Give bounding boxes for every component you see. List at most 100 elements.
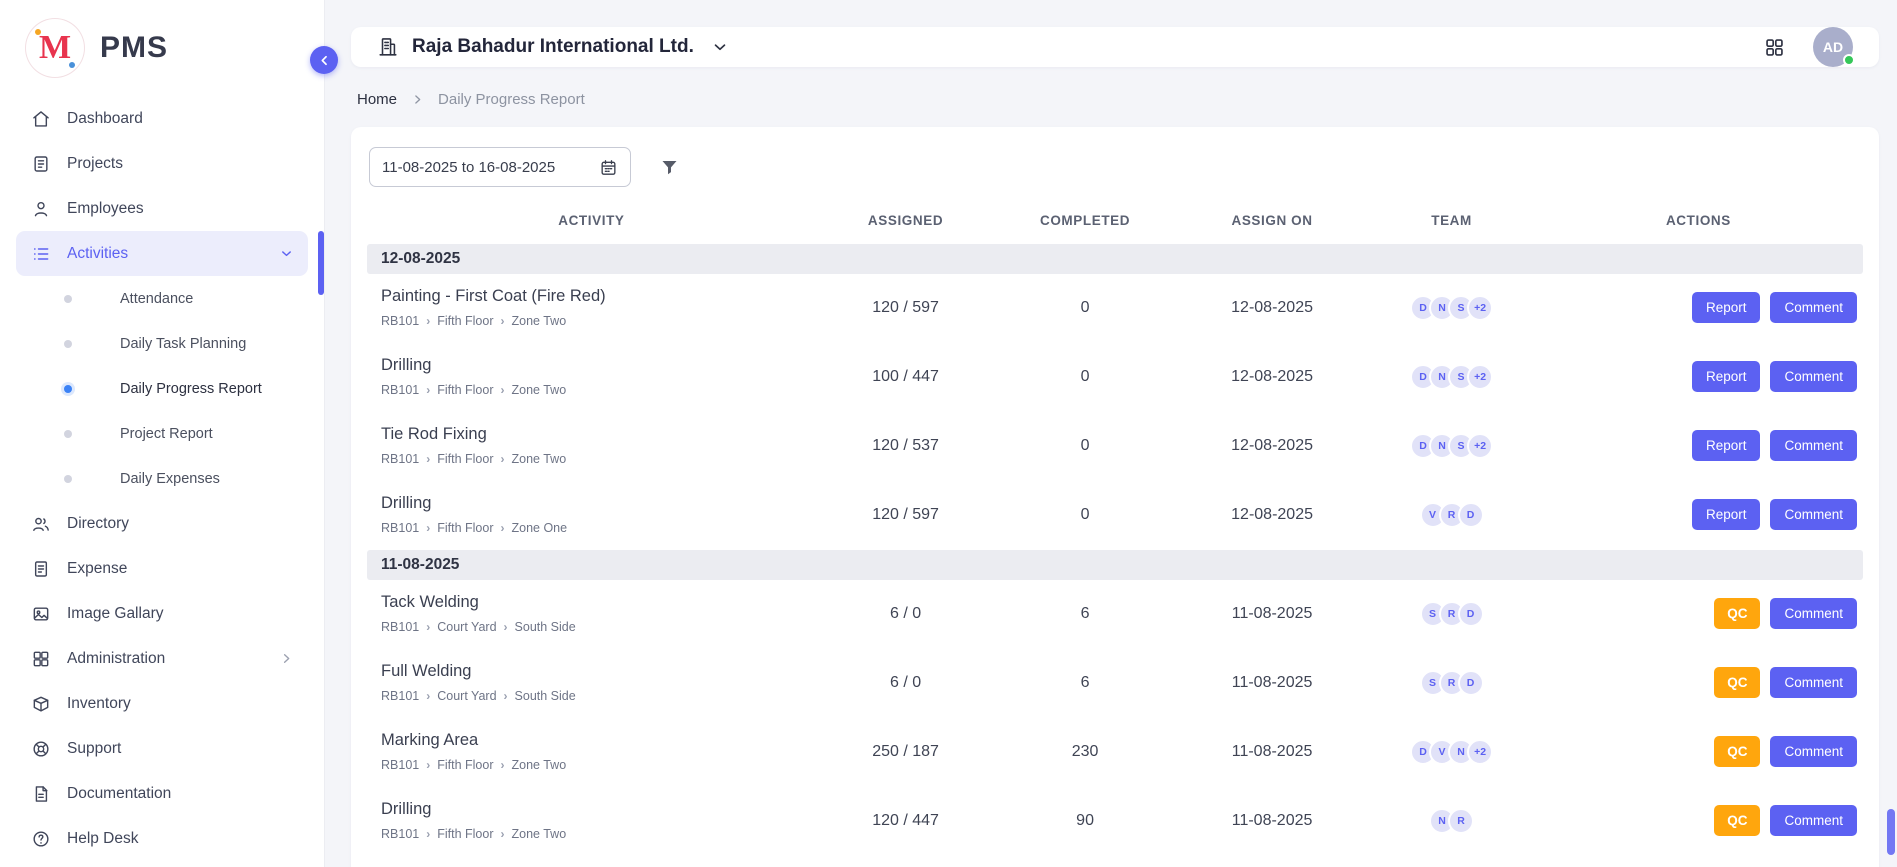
location-path-segment: RB101 (381, 383, 419, 397)
topbar: Raja Bahadur International Ltd. AD (351, 27, 1879, 67)
activity-title: Drilling (381, 356, 808, 375)
activity-location-path: RB101›Fifth Floor›Zone Two (381, 758, 808, 772)
team-extra-count[interactable]: +2 (1467, 364, 1493, 390)
company-selector[interactable]: Raja Bahadur International Ltd. (377, 36, 729, 58)
completed-value: 230 (995, 718, 1175, 787)
qc-button[interactable]: QC (1714, 805, 1760, 836)
inventory-icon (30, 693, 52, 715)
sidebar-item-label: Administration (67, 650, 165, 668)
administration-icon (30, 648, 52, 670)
app-root: M PMS DashboardProjectsEmployeesActiviti… (0, 0, 1897, 867)
sidebar-subitem-daily-task-planning[interactable]: Daily Task Planning (16, 321, 308, 366)
comment-button[interactable]: Comment (1770, 361, 1857, 392)
location-path-segment: Zone One (512, 521, 568, 535)
sidebar-item-label: Projects (67, 155, 123, 173)
actions-cell: QC Comment (1534, 718, 1863, 787)
sidebar-item-image-gallary[interactable]: Image Gallary (16, 591, 308, 636)
activity-location-path: RB101›Court Yard›South Side (381, 689, 808, 703)
user-avatar[interactable]: AD (1813, 27, 1853, 67)
comment-button[interactable]: Comment (1770, 598, 1857, 629)
team-member-avatar[interactable]: D (1458, 502, 1484, 528)
sidebar-item-inventory[interactable]: Inventory (16, 681, 308, 726)
filter-icon[interactable] (659, 157, 680, 178)
sidebar-item-activities[interactable]: Activities (16, 231, 308, 276)
activity-title: Drilling (381, 800, 808, 819)
location-path-segment: Fifth Floor (437, 758, 493, 772)
assign-on-date: 12-08-2025 (1175, 274, 1369, 343)
team-cell: VRD (1369, 481, 1534, 550)
report-button[interactable]: Report (1692, 430, 1761, 461)
comment-button[interactable]: Comment (1770, 430, 1857, 461)
employees-icon (30, 198, 52, 220)
column-header-assigned: ASSIGNED (816, 203, 996, 244)
report-button[interactable]: Report (1692, 499, 1761, 530)
activity-location-path: RB101›Fifth Floor›Zone Two (381, 827, 808, 841)
sidebar-item-directory[interactable]: Directory (16, 501, 308, 546)
activity-title: Full Welding (381, 662, 808, 681)
actions-cell: QC Comment (1534, 649, 1863, 718)
team-cell: SRD (1369, 580, 1534, 649)
team-cell: DNS+2 (1369, 343, 1534, 412)
sidebar-item-help-desk[interactable]: Help Desk (16, 816, 308, 861)
sidebar-item-administration[interactable]: Administration (16, 636, 308, 681)
breadcrumb-home[interactable]: Home (357, 91, 397, 108)
assigned-value: 120 / 597 (816, 481, 996, 550)
sidebar-item-dashboard[interactable]: Dashboard (16, 96, 308, 141)
sidebar-item-projects[interactable]: Projects (16, 141, 308, 186)
chevron-down-icon (711, 38, 729, 56)
assigned-value: 120 / 537 (816, 412, 996, 481)
completed-value: 6 (995, 580, 1175, 649)
apps-grid-icon[interactable] (1764, 37, 1785, 58)
date-range-input[interactable]: 11-08-2025 to 16-08-2025 (369, 147, 631, 187)
location-path-segment: Fifth Floor (437, 827, 493, 841)
sidebar-item-expense[interactable]: Expense (16, 546, 308, 591)
team-cell: NR (1369, 787, 1534, 856)
sidebar-collapse-button[interactable] (310, 46, 338, 74)
location-path-segment: RB101 (381, 758, 419, 772)
report-button[interactable]: Report (1692, 292, 1761, 323)
chevron-right-icon: › (504, 689, 508, 703)
sidebar-subitem-daily-progress-report[interactable]: Daily Progress Report (16, 366, 308, 411)
report-button[interactable]: Report (1692, 361, 1761, 392)
assign-on-date: 11-08-2025 (1175, 787, 1369, 856)
assign-on-date: 12-08-2025 (1175, 481, 1369, 550)
team-extra-count[interactable]: +2 (1467, 739, 1493, 765)
assigned-value: 6 / 0 (816, 580, 996, 649)
qc-button[interactable]: QC (1714, 667, 1760, 698)
comment-button[interactable]: Comment (1770, 667, 1857, 698)
chevron-right-icon: › (426, 689, 430, 703)
team-cell: DNS+2 (1369, 274, 1534, 343)
qc-button[interactable]: QC (1714, 736, 1760, 767)
team-extra-count[interactable]: +2 (1467, 433, 1493, 459)
team-member-avatar[interactable]: D (1458, 670, 1484, 696)
sidebar-subitem-attendance[interactable]: Attendance (16, 276, 308, 321)
date-range-value: 11-08-2025 to 16-08-2025 (382, 159, 555, 176)
scrollbar-thumb[interactable] (1887, 809, 1895, 855)
team-member-avatar[interactable]: D (1458, 601, 1484, 627)
qc-button[interactable]: QC (1714, 598, 1760, 629)
comment-button[interactable]: Comment (1770, 805, 1857, 836)
activity-row: DrillingRB101›Fifth Floor›Zone One120 / … (367, 481, 1863, 550)
date-group-header: 12-08-2025 (367, 244, 1863, 274)
location-path-segment: Court Yard (437, 689, 496, 703)
comment-button[interactable]: Comment (1770, 499, 1857, 530)
team-cell: SRD (1369, 649, 1534, 718)
activity-title: Painting - First Coat (Fire Red) (381, 287, 808, 306)
chevron-right-icon (279, 651, 294, 666)
chevron-right-icon: › (501, 314, 505, 328)
sidebar-item-label: Documentation (67, 785, 171, 803)
actions-cell: QC Comment (1534, 580, 1863, 649)
comment-button[interactable]: Comment (1770, 736, 1857, 767)
sidebar-item-support[interactable]: Support (16, 726, 308, 771)
team-extra-count[interactable]: +2 (1467, 295, 1493, 321)
location-path-segment: Zone Two (512, 452, 567, 466)
completed-value: 0 (995, 412, 1175, 481)
sidebar-subitem-daily-expenses[interactable]: Daily Expenses (16, 456, 308, 501)
main-content: Raja Bahadur International Ltd. AD Home (324, 0, 1897, 867)
comment-button[interactable]: Comment (1770, 292, 1857, 323)
sidebar-item-documentation[interactable]: Documentation (16, 771, 308, 816)
team-member-avatar[interactable]: R (1448, 808, 1474, 834)
sidebar-subitem-project-report[interactable]: Project Report (16, 411, 308, 456)
chevron-right-icon: › (426, 452, 430, 466)
sidebar-item-employees[interactable]: Employees (16, 186, 308, 231)
